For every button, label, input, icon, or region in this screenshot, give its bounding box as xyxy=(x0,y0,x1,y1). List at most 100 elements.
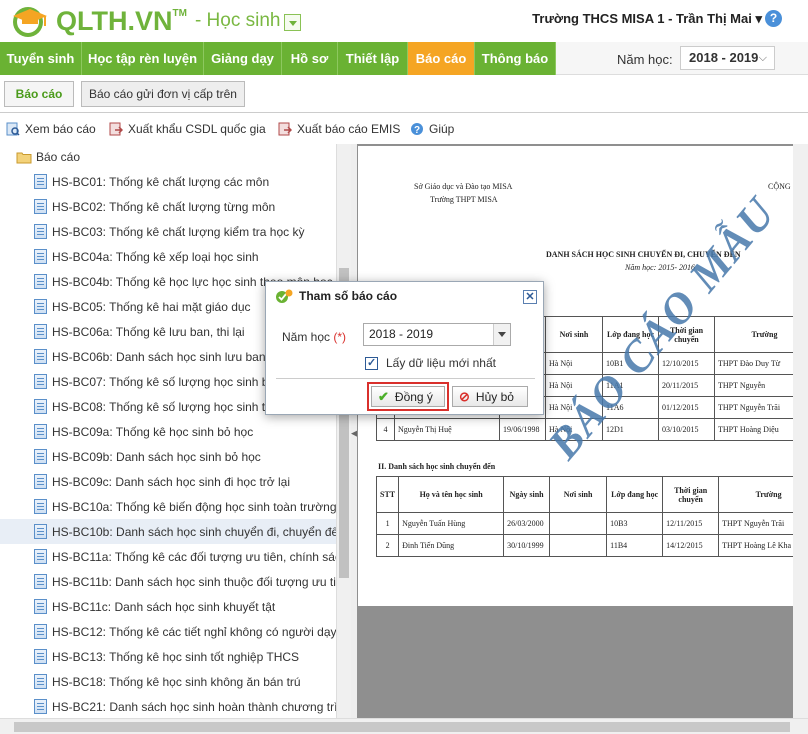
tree-item-label: HS-BC21: Danh sách học sinh hoàn thành c… xyxy=(52,699,338,714)
tab-bao-cao[interactable]: Báo cáo xyxy=(408,42,475,75)
cancel-button[interactable]: ⊘ Hủy bỏ xyxy=(452,386,528,407)
table-cell: 12/11/2015 xyxy=(662,512,720,535)
report-doc-icon xyxy=(34,274,47,289)
table-header: Lớp đang học xyxy=(606,476,664,513)
tab-giang-day[interactable]: Giảng dạy xyxy=(204,42,282,75)
table-cell: 30/10/1999 xyxy=(503,534,551,557)
tab-hoc-tap[interactable]: Học tập rèn luyện xyxy=(82,42,204,75)
export-db-button[interactable]: Xuất khẩu CSDL quốc gia xyxy=(109,122,266,136)
tree-item-label: HS-BC09b: Danh sách học sinh bỏ học xyxy=(52,449,261,464)
table-cell xyxy=(549,534,608,557)
report-doc-icon xyxy=(34,199,47,214)
close-icon[interactable]: ✕ xyxy=(523,290,537,304)
ok-button[interactable]: ✔ Đồng ý xyxy=(371,386,445,407)
help-icon[interactable]: ? xyxy=(765,10,782,27)
tab-thiet-lap[interactable]: Thiết lập xyxy=(338,42,408,75)
table-cell: THPT Hoàng Lê Kha xyxy=(718,534,793,557)
tree-root-label: Báo cáo xyxy=(36,150,81,164)
tab-thong-bao[interactable]: Thông báo xyxy=(475,42,556,75)
table-cell: Đinh Tiến Dũng xyxy=(398,534,505,557)
tree-item-label: HS-BC13: Thống kê học sinh tốt nghiệp TH… xyxy=(52,649,300,664)
tree-item[interactable]: HS-BC02: Thống kê chất lượng từng môn xyxy=(34,194,338,219)
tree-item-label: HS-BC09a: Thống kê học sinh bỏ học xyxy=(52,424,254,439)
subtab-reports-upper[interactable]: Báo cáo gửi đơn vị cấp trên xyxy=(81,81,245,107)
table-cell: 01/12/2015 xyxy=(658,396,715,419)
table-row: 1 Nguyễn Tuấn Hùng 26/03/2000 10B3 12/11/201… xyxy=(375,512,793,535)
tree-item[interactable]: HS-BC09a: Thống kê học sinh bỏ học xyxy=(34,419,338,444)
cancel-label: Hủy bỏ xyxy=(475,389,514,404)
table-header: Ngày sinh xyxy=(503,476,551,513)
tree-item[interactable]: HS-BC18: Thống kê học sinh không ăn bán … xyxy=(34,669,338,694)
tree-item[interactable]: HS-BC11b: Danh sách học sinh thuộc đối t… xyxy=(34,569,338,594)
school-year-label: Năm học: xyxy=(617,52,673,67)
checkbox-checked-icon[interactable] xyxy=(365,356,378,370)
tree-item[interactable]: HS-BC04a: Thống kê xếp loại học sinh xyxy=(34,244,338,269)
horizontal-scrollbar[interactable] xyxy=(0,718,808,734)
user-school-menu[interactable]: Trường THCS MISA 1 - Trần Thị Mai ▾ xyxy=(532,11,762,27)
module-switch-dropdown[interactable] xyxy=(284,13,302,31)
checkbox-label: Lấy dữ liệu mới nhất xyxy=(386,356,496,370)
latest-data-checkbox[interactable]: Lấy dữ liệu mới nhất xyxy=(365,356,496,370)
tree-item-label: HS-BC12: Thống kê các tiết nghỉ không có… xyxy=(52,624,337,639)
help-button[interactable]: ? Giúp xyxy=(410,122,454,136)
report-doc-icon xyxy=(34,549,47,564)
dialog-divider xyxy=(276,378,535,379)
dialog-title-bar[interactable]: Tham số báo cáo ✕ xyxy=(266,282,543,310)
report-doc-icon xyxy=(34,699,47,714)
export-db-label: Xuất khẩu CSDL quốc gia xyxy=(128,122,266,136)
tree-item-label: HS-BC07: Thống kê số lượng học sinh bỏ h… xyxy=(52,374,298,389)
table-header: Nơi sinh xyxy=(545,316,603,353)
view-report-icon xyxy=(6,122,20,136)
report-doc-icon xyxy=(34,449,47,464)
tree-item[interactable]: HS-BC10a: Thống kê biến động học sinh to… xyxy=(34,494,338,519)
tree-item-label: HS-BC01: Thống kê chất lượng các môn xyxy=(52,174,270,189)
table-cell: 1 xyxy=(375,512,400,535)
table-header: STT xyxy=(375,476,400,513)
tree-item-label: HS-BC03: Thống kê chất lượng kiểm tra họ… xyxy=(52,224,305,239)
year-field-label: Năm học (*) xyxy=(282,330,346,344)
subtab-reports[interactable]: Báo cáo xyxy=(4,81,74,107)
export-emis-button[interactable]: Xuất báo cáo EMIS xyxy=(278,122,400,136)
tree-item[interactable]: HS-BC12: Thống kê các tiết nghỉ không có… xyxy=(34,619,338,644)
table-header: Trường xyxy=(714,316,793,353)
tree-item[interactable]: HS-BC21: Danh sách học sinh hoàn thành c… xyxy=(34,694,338,718)
report-doc-icon xyxy=(34,499,47,514)
dialog-title: Tham số báo cáo xyxy=(299,288,398,303)
table-cell: 14/12/2015 xyxy=(662,534,720,557)
view-report-button[interactable]: Xem báo cáo xyxy=(6,122,96,136)
report-doc-icon xyxy=(34,624,47,639)
tree-item[interactable]: HS-BC01: Thống kê chất lượng các môn xyxy=(34,169,338,194)
app-module-name: - Học sinh xyxy=(194,10,281,31)
ok-label: Đồng ý xyxy=(394,389,433,404)
tree-item[interactable]: HS-BC11a: Thống kê các đối tượng ưu tiên… xyxy=(34,544,338,569)
chevron-down-icon[interactable] xyxy=(493,324,510,345)
tree-item[interactable]: HS-BC11c: Danh sách học sinh khuyết tật xyxy=(34,594,338,619)
tree-item[interactable]: HS-BC09c: Danh sách học sinh đi học trở … xyxy=(34,469,338,494)
tab-ho-so[interactable]: Hồ sơ xyxy=(282,42,338,75)
tree-item-label: HS-BC11b: Danh sách học sinh thuộc đối t… xyxy=(52,574,338,589)
tree-item[interactable]: HS-BC13: Thống kê học sinh tốt nghiệp TH… xyxy=(34,644,338,669)
school-year-select[interactable]: 2018 - 2019 ⌵ xyxy=(680,46,775,70)
report-toolbar: Xem báo cáo Xuất khẩu CSDL quốc gia Xuất… xyxy=(0,114,808,144)
section-transfer-in: II. Danh sách học sinh chuyển đến xyxy=(378,462,496,471)
help-label: Giúp xyxy=(429,122,455,136)
tree-item-label: HS-BC04a: Thống kê xếp loại học sinh xyxy=(52,249,259,264)
app-logo[interactable]: QLTH.VN TM - Học sinh xyxy=(8,4,302,38)
tree-root[interactable]: Báo cáo xyxy=(16,150,80,164)
tree-item[interactable]: HS-BC10b: Danh sách học sinh chuyển đi, … xyxy=(0,519,336,544)
report-settings-icon xyxy=(276,289,293,303)
report-preview: Sở Giáo dục và Đào tạo MISA Trường THPT … xyxy=(357,144,793,718)
dialog-year-select[interactable]: 2018 - 2019 xyxy=(363,323,511,346)
preview-scrollbar[interactable] xyxy=(793,144,808,718)
scroll-thumb[interactable] xyxy=(14,722,790,732)
tree-scrollbar[interactable] xyxy=(336,144,351,718)
report-doc-icon xyxy=(34,524,47,539)
report-doc-icon xyxy=(34,649,47,664)
table-header-row: STT Họ và tên học sinh Ngày sinh Nơi sin… xyxy=(375,476,793,513)
tree-item[interactable]: HS-BC03: Thống kê chất lượng kiểm tra họ… xyxy=(34,219,338,244)
dialog-year-value: 2018 - 2019 xyxy=(369,327,434,341)
tree-item[interactable]: HS-BC09b: Danh sách học sinh bỏ học xyxy=(34,444,338,469)
tab-tuyen-sinh[interactable]: Tuyển sinh xyxy=(0,42,82,75)
report-doc-icon xyxy=(34,374,47,389)
cancel-icon: ⊘ xyxy=(459,388,470,404)
